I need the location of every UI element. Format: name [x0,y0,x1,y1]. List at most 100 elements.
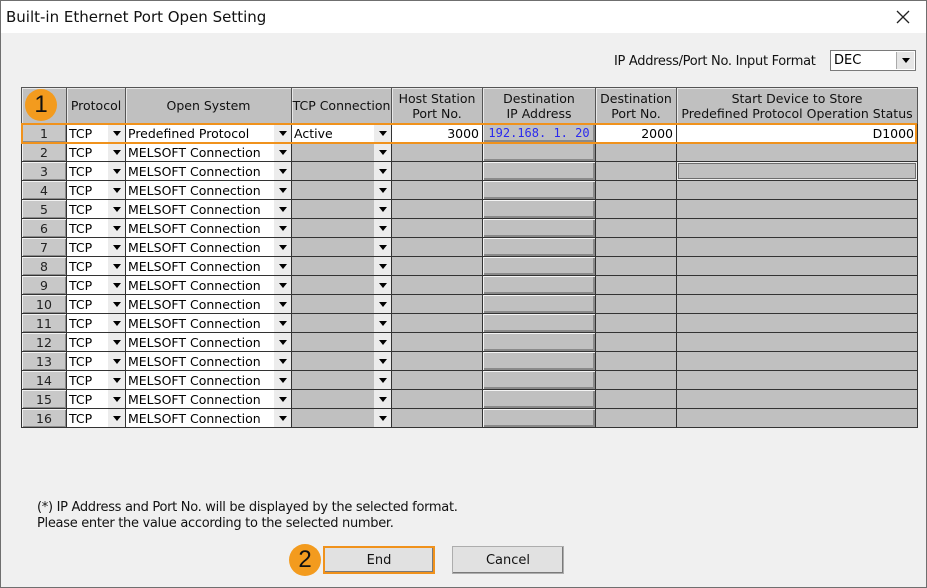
destination-port-input[interactable] [595,256,677,276]
protocol-select[interactable]: TCP [68,276,125,294]
dropdown-button[interactable] [274,314,291,332]
protocol-select[interactable]: TCP [68,181,125,199]
tcp-connection-select[interactable] [293,333,391,351]
open-system-select[interactable]: MELSOFT Connection [127,276,291,294]
host-station-port-input[interactable] [391,256,483,276]
host-station-port-input[interactable] [391,294,483,314]
destination-ip-button[interactable] [482,408,596,428]
open-system-cell[interactable]: MELSOFT Connection [125,237,292,257]
destination-port-input[interactable] [595,237,677,257]
destination-ip-button[interactable] [482,332,596,352]
open-system-cell[interactable]: MELSOFT Connection [125,408,292,428]
start-device-input[interactable] [676,332,918,352]
tcp-connection-select[interactable] [293,181,391,199]
tcp-connection-cell[interactable] [291,389,392,409]
dropdown-button[interactable] [108,219,125,237]
tcp-connection-select[interactable] [293,295,391,313]
dropdown-button[interactable] [108,333,125,351]
host-station-port-input[interactable] [391,332,483,352]
tcp-connection-cell[interactable]: Active [291,123,392,143]
destination-ip-button[interactable] [482,142,596,162]
protocol-cell[interactable]: TCP [66,332,126,352]
protocol-cell[interactable]: TCP [66,218,126,238]
host-station-port-input[interactable] [391,275,483,295]
dropdown-button[interactable] [274,276,291,294]
destination-ip-button[interactable] [482,370,596,390]
open-system-select[interactable]: MELSOFT Connection [127,314,291,332]
destination-ip-button[interactable] [482,389,596,409]
open-system-select[interactable]: MELSOFT Connection [127,181,291,199]
tcp-connection-select[interactable] [293,390,391,408]
open-system-select[interactable]: MELSOFT Connection [127,162,291,180]
dropdown-button[interactable] [374,371,391,389]
dropdown-button[interactable] [108,181,125,199]
start-device-input[interactable] [676,370,918,390]
tcp-connection-cell[interactable] [291,313,392,333]
tcp-connection-cell[interactable] [291,408,392,428]
start-device-input[interactable] [676,275,918,295]
dropdown-button[interactable] [108,162,125,180]
open-system-cell[interactable]: MELSOFT Connection [125,218,292,238]
open-system-cell[interactable]: MELSOFT Connection [125,313,292,333]
destination-port-input[interactable] [595,294,677,314]
protocol-select[interactable]: TCP [68,352,125,370]
dropdown-button[interactable] [274,219,291,237]
destination-ip-button[interactable] [482,161,596,181]
tcp-connection-cell[interactable] [291,142,392,162]
dropdown-button[interactable] [108,390,125,408]
dropdown-button[interactable] [274,162,291,180]
end-button[interactable]: End [323,546,435,574]
protocol-cell[interactable]: TCP [66,123,126,143]
host-station-port-input[interactable]: 3000 [391,123,483,143]
host-station-port-input[interactable] [391,408,483,428]
destination-ip-button[interactable] [482,275,596,295]
start-device-input[interactable] [676,256,918,276]
protocol-cell[interactable]: TCP [66,199,126,219]
destination-port-input[interactable] [595,313,677,333]
destination-ip-button[interactable] [482,313,596,333]
protocol-cell[interactable]: TCP [66,237,126,257]
open-system-select[interactable]: MELSOFT Connection [127,390,291,408]
start-device-input[interactable] [676,237,918,257]
host-station-port-input[interactable] [391,218,483,238]
tcp-connection-cell[interactable] [291,161,392,181]
dropdown-button[interactable] [374,219,391,237]
dropdown-button[interactable] [274,124,291,142]
dropdown-button[interactable] [896,52,914,69]
destination-port-input[interactable] [595,351,677,371]
destination-port-input[interactable] [595,161,677,181]
start-device-input[interactable] [676,199,918,219]
open-system-cell[interactable]: MELSOFT Connection [125,275,292,295]
start-device-input[interactable] [676,161,918,181]
dropdown-button[interactable] [274,295,291,313]
open-system-select[interactable]: MELSOFT Connection [127,295,291,313]
dropdown-button[interactable] [108,352,125,370]
open-system-select[interactable]: MELSOFT Connection [127,219,291,237]
dropdown-button[interactable] [374,352,391,370]
open-system-select[interactable]: MELSOFT Connection [127,257,291,275]
dropdown-button[interactable] [108,409,125,427]
destination-port-input[interactable]: 2000 [595,123,677,143]
dropdown-button[interactable] [108,238,125,256]
dropdown-button[interactable] [274,352,291,370]
host-station-port-input[interactable] [391,161,483,181]
dropdown-button[interactable] [374,257,391,275]
open-system-cell[interactable]: MELSOFT Connection [125,370,292,390]
start-device-input[interactable] [676,351,918,371]
tcp-connection-select[interactable] [293,143,391,161]
open-system-select[interactable]: MELSOFT Connection [127,238,291,256]
destination-ip-button[interactable] [482,199,596,219]
destination-ip-button[interactable]: 192.168. 1. 20 [482,123,596,143]
dropdown-button[interactable] [274,200,291,218]
tcp-connection-cell[interactable] [291,332,392,352]
tcp-connection-select[interactable] [293,219,391,237]
tcp-connection-cell[interactable] [291,199,392,219]
tcp-connection-select[interactable] [293,371,391,389]
protocol-select[interactable]: TCP [68,257,125,275]
dropdown-button[interactable] [374,200,391,218]
protocol-cell[interactable]: TCP [66,408,126,428]
close-button[interactable] [880,1,926,33]
protocol-cell[interactable]: TCP [66,389,126,409]
protocol-select[interactable]: TCP [68,333,125,351]
protocol-cell[interactable]: TCP [66,351,126,371]
